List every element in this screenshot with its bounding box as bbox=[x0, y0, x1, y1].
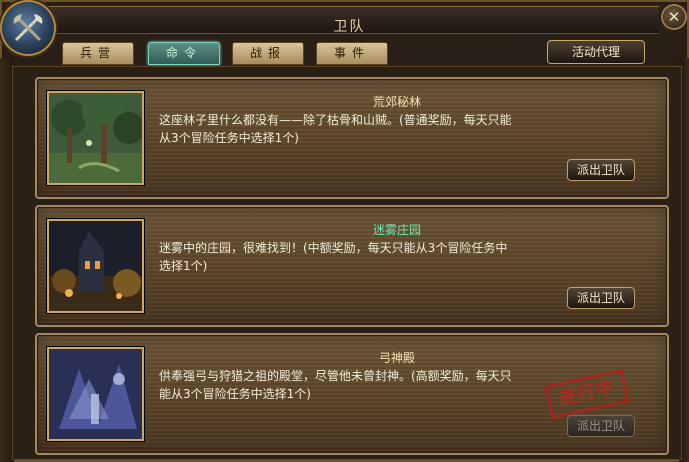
mission-list: 荒郊秘林 这座林子里什么都没有——除了枯骨和山贼。(普通奖励，每天只能 从3个冒… bbox=[12, 66, 682, 460]
mission-description-line: 选择1个) bbox=[159, 259, 208, 273]
mission-description: 迷雾中的庄园，很难找到！(中额奖励，每天只能从3个冒险任务中 选择1个) bbox=[159, 239, 559, 275]
title-bar: 卫队 bbox=[40, 6, 659, 35]
mission-description: 供奉强弓与狩猎之祖的殿堂，尽管他未曾封神。(高额奖励，每天只 能从3个冒险任务中… bbox=[159, 367, 559, 403]
mission-description-line: 供奉强弓与狩猎之祖的殿堂，尽管他未曾封神。(高额奖励，每天只 bbox=[159, 369, 512, 383]
mission-card: 迷雾庄园 迷雾中的庄园，很难找到！(中额奖励，每天只能从3个冒险任务中 选择1个… bbox=[35, 205, 669, 327]
mission-name: 荒郊秘林 bbox=[372, 95, 421, 109]
send-guard-button[interactable]: 派出卫队 bbox=[567, 159, 635, 181]
mission-card: 弓神殿 供奉强弓与狩猎之祖的殿堂，尽管他未曾封神。(高额奖励，每天只 能从3个冒… bbox=[35, 333, 669, 455]
window-title: 卫队 bbox=[333, 19, 366, 35]
send-guard-button[interactable]: 派出卫队 bbox=[567, 287, 635, 309]
activity-agent-button[interactable]: 活动代理 bbox=[547, 40, 645, 64]
mission-name: 弓神殿 bbox=[378, 351, 415, 365]
tab-events[interactable]: 事件 bbox=[316, 42, 388, 65]
mission-image-bow-temple bbox=[47, 347, 144, 441]
mission-description-line: 这座林子里什么都没有——除了枯骨和山贼。(普通奖励，每天只能 bbox=[159, 113, 512, 127]
crossed-axes-emblem-icon bbox=[2, 2, 54, 54]
mission-image-wild-forest bbox=[47, 91, 144, 185]
mission-description-line: 迷雾中的庄园，很难找到！(中额奖励，每天只能从3个冒险任务中 bbox=[159, 241, 508, 255]
tab-battle-report[interactable]: 战报 bbox=[232, 42, 304, 65]
mission-description: 这座林子里什么都没有——除了枯骨和山贼。(普通奖励，每天只能 从3个冒险任务中选… bbox=[159, 111, 559, 147]
mission-name: 迷雾庄园 bbox=[372, 223, 421, 237]
mission-image-misty-manor bbox=[47, 219, 144, 313]
send-guard-button[interactable]: 派出卫队 bbox=[567, 415, 635, 437]
guard-window: 卫队 ✕ 兵营 命令 战报 事件 活动代理 荒郊秘林 这座林子里什么都没有——除… bbox=[0, 0, 689, 462]
mission-description-line: 从3个冒险任务中选择1个) bbox=[159, 131, 299, 145]
mission-description-line: 能从3个冒险任务中选择1个) bbox=[159, 387, 311, 401]
mission-card: 荒郊秘林 这座林子里什么都没有——除了枯骨和山贼。(普通奖励，每天只能 从3个冒… bbox=[35, 77, 669, 199]
tab-orders[interactable]: 命令 bbox=[148, 42, 220, 65]
tab-barracks[interactable]: 兵营 bbox=[62, 42, 134, 65]
close-icon[interactable]: ✕ bbox=[663, 6, 685, 28]
